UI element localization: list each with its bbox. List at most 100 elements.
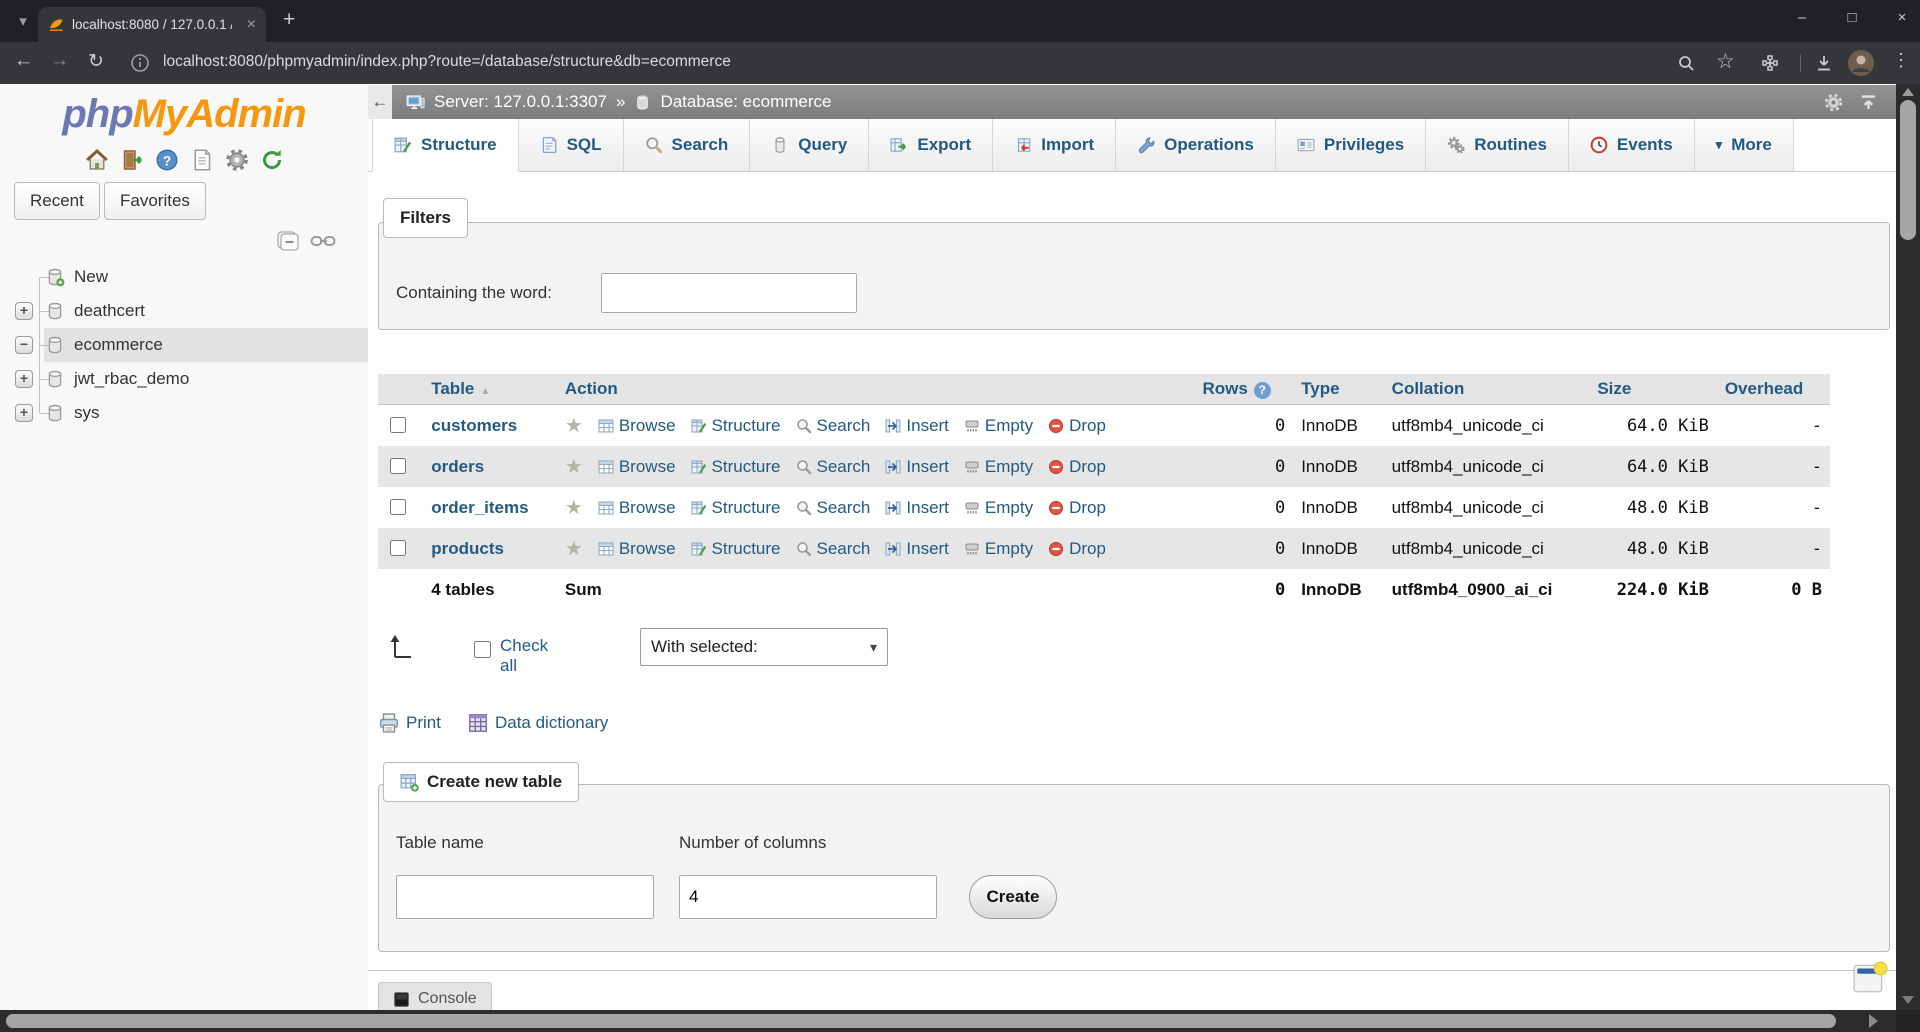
empty-link[interactable]: Empty [964,498,1033,518]
recent-button[interactable]: Recent [14,182,100,220]
horizontal-scrollbar-thumb[interactable] [6,1014,1836,1028]
structure-link[interactable]: Structure [691,498,781,518]
favorite-star-icon[interactable]: ★ [565,413,583,438]
window-close-button[interactable]: × [1882,4,1920,32]
scroll-down-arrow[interactable] [1902,996,1914,1004]
tree-item-sys[interactable]: + sys [0,396,368,430]
data-dictionary-link[interactable]: Data dictionary [467,712,608,734]
browse-link[interactable]: Browse [598,457,676,477]
page-settings-gear-icon[interactable] [1824,93,1843,112]
new-tab-button[interactable]: + [283,8,295,32]
tab-import[interactable]: Import [993,119,1116,171]
tree-item-jwt-rbac-demo[interactable]: + jwt_rbac_demo [0,362,368,396]
col-table[interactable]: Table▲ [423,374,557,405]
collapse-icon[interactable]: − [15,336,33,354]
insert-link[interactable]: Insert [885,457,949,477]
scroll-right-arrow[interactable] [1869,1014,1878,1028]
create-button[interactable]: Create [969,875,1057,919]
favorites-button[interactable]: Favorites [104,182,206,220]
favorite-star-icon[interactable]: ★ [565,495,583,520]
insert-link[interactable]: Insert [885,539,949,559]
expand-icon[interactable]: + [15,404,33,422]
search-link[interactable]: Search [796,539,871,559]
tree-label[interactable]: New [74,260,108,294]
table-name-link[interactable]: orders [431,457,484,476]
table-name-link[interactable]: order_items [431,498,528,517]
row-checkbox[interactable] [390,417,406,433]
favorite-star-icon[interactable]: ★ [565,454,583,479]
site-info-icon[interactable] [130,53,150,73]
col-size[interactable]: Size [1589,374,1717,405]
browse-link[interactable]: Browse [598,498,676,518]
tab-export[interactable]: Export [869,119,993,171]
tab-sql[interactable]: SQL [519,119,624,171]
collapse-top-icon[interactable] [1859,93,1878,112]
url-field[interactable]: localhost:8080/phpmyadmin/index.php?rout… [163,53,731,71]
tree-label[interactable]: deathcert [74,294,145,328]
structure-link[interactable]: Structure [691,539,781,559]
reload-button[interactable]: ↻ [88,50,104,73]
browse-link[interactable]: Browse [598,539,676,559]
tab-more[interactable]: ▾ More [1695,119,1794,171]
table-name-link[interactable]: products [431,539,504,558]
bookmark-star-icon[interactable]: ☆ [1716,49,1735,74]
row-checkbox[interactable] [390,540,406,556]
tab-search-chevron-icon[interactable]: ▾ [10,9,36,35]
downloads-icon[interactable] [1814,53,1834,73]
tree-label[interactable]: sys [74,396,100,430]
col-overhead[interactable]: Overhead [1717,374,1830,405]
refresh-icon[interactable] [260,148,284,172]
tree-item-new-database[interactable]: New [0,260,368,294]
help-icon[interactable]: ? [155,148,179,172]
col-collation[interactable]: Collation [1384,374,1590,405]
rows-help-icon[interactable]: ? [1254,382,1271,399]
row-checkbox[interactable] [390,499,406,515]
extensions-puzzle-icon[interactable] [1760,53,1780,73]
tab-privileges[interactable]: Privileges [1276,119,1426,171]
favorite-star-icon[interactable]: ★ [565,536,583,561]
structure-link[interactable]: Structure [691,457,781,477]
expand-icon[interactable]: + [15,302,33,320]
drop-link[interactable]: Drop [1048,539,1106,559]
window-maximize-button[interactable]: □ [1832,4,1872,32]
breadcrumb-database-link[interactable]: Database: ecommerce [660,92,831,112]
settings-gear-icon[interactable] [225,148,249,172]
tab-routines[interactable]: Routines [1426,119,1569,171]
empty-link[interactable]: Empty [964,457,1033,477]
search-link[interactable]: Search [796,498,871,518]
insert-link[interactable]: Insert [885,416,949,436]
profile-avatar[interactable] [1848,50,1874,76]
breadcrumb-server-link[interactable]: Server: 127.0.0.1:3307 [434,92,607,112]
containing-word-input[interactable] [601,273,857,313]
horizontal-scrollbar[interactable] [0,1010,1896,1032]
page-settings-window-icon[interactable] [1852,960,1888,996]
zoom-indicator-icon[interactable] [1676,53,1696,73]
row-checkbox[interactable] [390,458,406,474]
drop-link[interactable]: Drop [1048,457,1106,477]
tab-query[interactable]: Query [750,119,869,171]
empty-link[interactable]: Empty [964,416,1033,436]
drop-link[interactable]: Drop [1048,498,1106,518]
col-type[interactable]: Type [1293,374,1383,405]
tab-structure[interactable]: Structure [372,119,519,172]
collapse-sidebar-arrow[interactable]: ← [368,85,392,119]
search-link[interactable]: Search [796,457,871,477]
columns-count-input[interactable] [679,875,937,919]
empty-link[interactable]: Empty [964,539,1033,559]
search-link[interactable]: Search [796,416,871,436]
collapse-all-icon[interactable] [276,230,302,252]
tab-search[interactable]: Search [624,119,751,171]
insert-link[interactable]: Insert [885,498,949,518]
window-minimize-button[interactable]: – [1782,4,1822,32]
tab-events[interactable]: Events [1569,119,1695,171]
structure-link[interactable]: Structure [691,416,781,436]
tree-item-deathcert[interactable]: + deathcert [0,294,368,328]
table-name-input[interactable] [396,875,654,919]
vertical-scrollbar[interactable] [1896,84,1920,1010]
documentation-icon[interactable] [190,148,214,172]
print-link[interactable]: Print [378,712,441,734]
check-all-checkbox[interactable] [474,641,491,658]
tab-operations[interactable]: Operations [1116,119,1276,171]
scroll-up-arrow[interactable] [1902,88,1914,96]
tree-label[interactable]: jwt_rbac_demo [74,362,189,396]
